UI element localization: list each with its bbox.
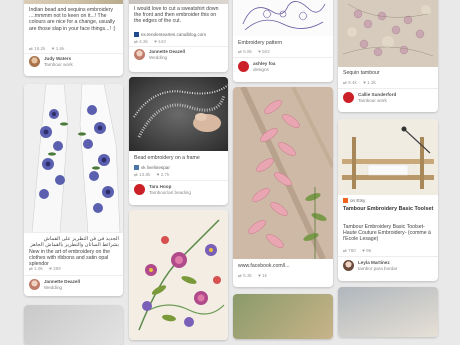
pin-card[interactable]: الجديد في فن التطريز على القماش بشرائط ا… xyxy=(24,84,123,296)
leaf-stitch-photo xyxy=(233,87,333,261)
avatar xyxy=(343,260,354,271)
owner-name: Callie Sunderford xyxy=(358,92,397,97)
pin-image[interactable] xyxy=(129,210,228,340)
bead-frame-photo xyxy=(129,77,228,151)
pin-description: Embroidery pattern xyxy=(238,40,283,46)
owner-name: Tara Hoop xyxy=(149,184,172,189)
owner-name: ashley foa xyxy=(253,61,276,66)
pin-image[interactable] xyxy=(233,87,333,261)
pin-owner[interactable]: Leyla Martinez tambor para bordar xyxy=(343,259,434,273)
heart-icon: ♥ xyxy=(258,49,261,54)
heart-icon: ♥ xyxy=(362,248,365,253)
pin-card[interactable] xyxy=(129,210,228,340)
pin-description: New in the art of embroidery on the clot… xyxy=(29,249,111,268)
pin-card[interactable] xyxy=(24,305,123,345)
owner-name: Judy Waters xyxy=(44,56,72,61)
pin-card[interactable]: www.facebook.com/l... ⇄ 5.3k ♥ 1k xyxy=(233,87,333,287)
pin-stats: ⇄ 13.8k ♥ 2.7k xyxy=(134,172,170,177)
pin-card[interactable]: Sequin tambour ⇄ 9.4k ♥ 1.3k Callie Sund… xyxy=(338,0,438,112)
pin-card[interactable]: Bead embroidery on a frame vk livelinesp… xyxy=(129,77,228,205)
heart-icon: ♥ xyxy=(258,273,261,278)
board-name: Tambour work xyxy=(44,62,73,67)
pin-description: Sequin tambour xyxy=(343,70,380,76)
pin-image[interactable] xyxy=(129,0,228,4)
ribbon-dress-photo xyxy=(24,84,123,234)
pin-image[interactable] xyxy=(233,294,333,339)
pin-owner[interactable]: ashley foa designs xyxy=(238,60,329,74)
pin-card[interactable] xyxy=(338,287,438,337)
floral-embroidery-photo xyxy=(129,210,228,340)
pin-card[interactable]: Indian bead and sequins embroidery ....m… xyxy=(24,0,123,76)
pin-card[interactable] xyxy=(233,294,333,339)
pin-stats: ⇄ 9.4k ♥ 1.3k xyxy=(343,80,376,85)
pin-card[interactable]: Embroidery pattern ⇄ 5.9k ♥ 502 ashley f… xyxy=(233,0,333,82)
pin-stats: ⇄ 16.2k ♥ 1.6k xyxy=(29,46,65,51)
repin-icon: ⇄ xyxy=(343,248,347,253)
pin-image[interactable] xyxy=(338,0,438,67)
tambour-toolset-photo xyxy=(338,119,438,195)
pin-image[interactable] xyxy=(129,77,228,151)
heart-icon: ♥ xyxy=(51,46,55,51)
avatar xyxy=(238,61,249,72)
repin-icon: ⇄ xyxy=(134,172,138,177)
avatar xyxy=(343,92,354,103)
pin-image[interactable] xyxy=(24,305,123,345)
heart-icon: ♥ xyxy=(49,266,52,271)
pin-description: Tambour Embroidery Basic Toolset-Haute C… xyxy=(343,224,431,243)
pin-image[interactable] xyxy=(338,119,438,195)
pin-description: Bead embroidery on a frame xyxy=(134,155,200,161)
board-name: tambor para bordar xyxy=(358,266,398,271)
avatar xyxy=(29,56,40,67)
pin-owner[interactable]: Callie Sunderford Tambour work xyxy=(343,91,434,105)
pin-owner[interactable]: Tara Hoop Tambour/ari beading xyxy=(134,183,224,197)
repin-icon: ⇄ xyxy=(29,46,33,51)
sequin-tambour-photo xyxy=(338,0,438,67)
pin-image[interactable] xyxy=(24,0,123,4)
pin-owner[interactable]: Jannette Deazell Wedding xyxy=(29,278,119,292)
board-name: Tambour/ari beading xyxy=(149,190,191,195)
pin-card[interactable]: on Etsy Tambour Embroidery Basic Toolset… xyxy=(338,119,438,281)
repin-icon: ⇄ xyxy=(29,266,33,271)
board-name: designs xyxy=(253,67,269,72)
pin-title: Tambour Embroidery Basic Toolset xyxy=(343,206,434,212)
pin-image[interactable] xyxy=(338,287,438,337)
pin-stats: ⇄ 4.3k ♥ 443 xyxy=(134,39,166,44)
pin-description: I would love to cut a sweatshirt down th… xyxy=(134,6,219,25)
pin-stats: ⇄ 5.9k ♥ 502 xyxy=(238,49,270,54)
pin-stats: ⇄ 5.3k ♥ 1k xyxy=(238,273,267,278)
owner-name: Jannette Deazell xyxy=(44,279,80,284)
repin-icon: ⇄ xyxy=(343,80,347,85)
pin-source[interactable]: vk livelinespar xyxy=(134,165,170,170)
pin-owner[interactable]: Judy Waters Tambour work xyxy=(29,55,119,69)
source-icon xyxy=(134,32,139,37)
pin-description: www.facebook.com/l... xyxy=(238,263,290,269)
board-name: Tambour work xyxy=(358,98,387,103)
repin-icon: ⇄ xyxy=(238,273,242,278)
owner-name: Jannette Deazell xyxy=(149,49,185,54)
pin-card[interactable]: I would love to cut a sweatshirt down th… xyxy=(129,0,228,72)
embroidery-pattern-drawing xyxy=(233,0,333,36)
avatar xyxy=(134,184,145,195)
pin-stats: ⇄ 780 ♥ 96 xyxy=(343,248,372,253)
repin-icon: ⇄ xyxy=(238,49,242,54)
owner-name: Leyla Martinez xyxy=(358,260,390,265)
etsy-source[interactable]: on Etsy xyxy=(343,198,365,203)
etsy-icon xyxy=(343,198,348,203)
pin-image[interactable] xyxy=(233,0,333,36)
board-name: Wedding xyxy=(149,55,168,60)
pin-image[interactable] xyxy=(24,84,123,234)
heart-icon: ♥ xyxy=(154,39,157,44)
repin-icon: ⇄ xyxy=(134,39,138,44)
avatar xyxy=(29,279,40,290)
heart-icon: ♥ xyxy=(156,172,160,177)
pin-source[interactable]: ex.tendenteartes.canalblog.com xyxy=(134,32,206,37)
avatar xyxy=(134,49,145,60)
source-icon xyxy=(134,165,139,170)
pin-owner[interactable]: Jannette Deazell Wedding xyxy=(134,48,224,62)
pin-stats: ⇄ 1.9k ♥ 299 xyxy=(29,266,61,271)
board-name: Wedding xyxy=(44,285,63,290)
heart-icon: ♥ xyxy=(363,80,366,85)
pin-description: Indian bead and sequins embroidery ....m… xyxy=(29,7,116,32)
pin-description-arabic: الجديد في فن التطريز على القماش بشرائط ا… xyxy=(30,236,119,249)
